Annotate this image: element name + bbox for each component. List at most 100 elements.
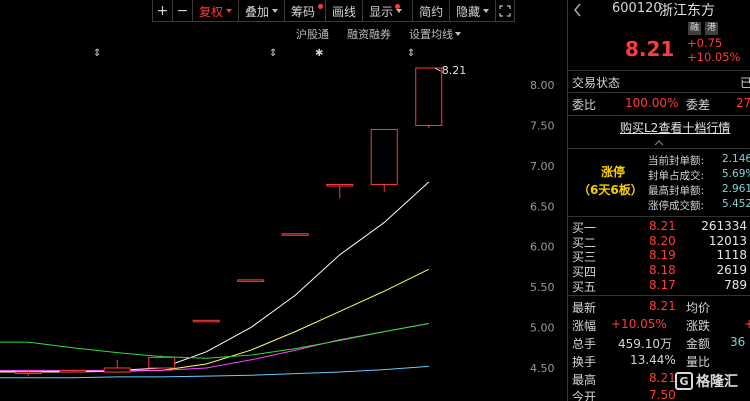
orderbook-label: 买一 — [572, 221, 597, 235]
y-tick-label: 8.00 — [530, 79, 555, 92]
hugutong-link[interactable]: 沪股通 — [296, 26, 329, 42]
divider — [568, 115, 750, 116]
expand-icon[interactable] — [495, 0, 516, 22]
current-price: 8.21 — [625, 37, 675, 61]
info-value: 2.146 — [722, 153, 750, 165]
jine-value: 36 — [730, 335, 746, 349]
chevron-down-icon — [455, 32, 461, 36]
candle-body — [59, 369, 87, 373]
zhangting-sub: （6天6板） — [578, 183, 643, 197]
chevron-down-icon — [396, 9, 403, 13]
jinkai-label: 今开 — [572, 390, 597, 401]
fuquan-dropdown[interactable]: 复权 — [192, 0, 238, 22]
orderbook-volume: 2619 — [716, 263, 747, 277]
yincang-dropdown[interactable]: 隐藏 — [449, 0, 495, 22]
zhangfu-value: +10.05% — [611, 317, 667, 331]
kline-chart[interactable]: 8.00 7.50 7.00 6.50 6.00 5.50 5.00 4.50 8.21 ⇕ ⇕ ✱… — [0, 0, 567, 401]
weibi-value: 100.00% — [625, 96, 679, 110]
jianyue-button[interactable]: 简约 — [412, 0, 449, 22]
info-label: 当前封单额: — [648, 155, 705, 167]
ma-settings-dropdown[interactable]: 设置均线 — [409, 26, 461, 42]
stock-name: 浙江东方 — [659, 3, 715, 19]
weibi-label: 委比 — [572, 98, 597, 112]
orderbook-volume: 789 — [724, 278, 747, 292]
buy-l2-link[interactable]: 购买L2查看十档行情 — [620, 119, 730, 136]
orderbook-price: 8.20 — [649, 234, 676, 248]
zhangdie-value: + — [744, 317, 750, 331]
event-marker-icon: ⇕ — [407, 48, 415, 59]
jianyue-label: 简约 — [419, 4, 444, 19]
candle-body — [370, 128, 398, 185]
chevron-down-icon — [272, 9, 279, 13]
y-tick-label: 6.50 — [530, 200, 555, 213]
info-row: 最高封单额: 2.961 — [648, 183, 750, 198]
zuigao-value: 8.21 — [649, 371, 676, 385]
ma-line — [0, 181, 430, 372]
rongzi-link[interactable]: 融资融券 — [347, 26, 391, 42]
orderbook-volume: 12013 — [708, 234, 747, 248]
zhangdie-label: 涨跌 — [686, 319, 711, 333]
info-row: 封单占成交: 5.69% — [648, 168, 750, 183]
stock-code: 600120 — [612, 1, 662, 16]
diejia-label: 叠加 — [245, 4, 270, 19]
chouma-label: 筹码 — [291, 4, 316, 19]
orderbook-price: 8.19 — [649, 248, 676, 262]
trade-status-value: 已 — [740, 76, 750, 90]
ma-settings-label: 设置均线 — [409, 28, 453, 41]
divider — [568, 92, 750, 93]
xianshi-dropdown[interactable]: 显示 — [362, 0, 412, 22]
zhangfu-label: 涨幅 — [572, 319, 597, 333]
liangbi-label: 量比 — [686, 355, 711, 369]
info-label: 涨停成交额: — [648, 200, 705, 212]
gang-tag: 港 — [705, 22, 719, 35]
chevron-down-icon — [226, 9, 233, 13]
back-arrow-icon[interactable] — [573, 3, 582, 17]
orderbook-row: 买五 8.17 789 — [572, 278, 747, 295]
watermark-logo-icon: G — [675, 372, 693, 390]
candle-body — [103, 367, 131, 373]
zhangting-title: 涨停 — [601, 165, 626, 179]
huaxian-button[interactable]: 画线 — [325, 0, 362, 22]
divider — [568, 148, 750, 149]
zoom-in-button[interactable]: + — [152, 0, 172, 22]
event-marker-icon: ⇕ — [93, 48, 101, 59]
orderbook-label: 买五 — [572, 280, 597, 294]
orderbook-volume: 1118 — [716, 248, 747, 262]
ma-line — [0, 323, 429, 359]
info-value: 5.69% — [722, 168, 750, 180]
candle-body — [326, 183, 354, 187]
candle-body — [14, 371, 42, 375]
candle-body — [281, 233, 309, 236]
y-tick-label: 4.50 — [530, 362, 555, 375]
stock-header: 600120 浙江东方 融 港 8.21 +0.75 +10.05% — [568, 0, 750, 70]
zongshou-label: 总手 — [572, 337, 597, 351]
chart-subtoolbar: 沪股通 融资融券 设置均线 — [296, 26, 461, 42]
quote-panel: 600120 浙江东方 融 港 8.21 +0.75 +10.05% 交易状态 … — [567, 0, 750, 401]
trade-status-label: 交易状态 — [572, 76, 621, 90]
y-tick-label: 5.50 — [530, 281, 555, 294]
orderbook-price: 8.17 — [649, 278, 676, 292]
info-row: 当前封单额: 2.146 — [648, 153, 750, 168]
chouma-button[interactable]: 筹码 — [284, 0, 325, 22]
fuquan-label: 复权 — [199, 4, 224, 19]
collapse-up-icon[interactable] — [654, 140, 664, 146]
yincang-label: 隐藏 — [456, 4, 481, 19]
zuigao-label: 最高 — [572, 373, 597, 387]
info-label: 最高封单额: — [648, 185, 705, 197]
weicha-label: 委差 — [686, 98, 711, 112]
latest-value: 8.21 — [649, 299, 676, 313]
rong-tag: 融 — [688, 22, 702, 35]
diejia-dropdown[interactable]: 叠加 — [238, 0, 284, 22]
jine-label: 金额 — [686, 337, 711, 351]
kline-chart-area[interactable]: 8.00 7.50 7.00 6.50 6.00 5.50 5.00 4.50 8.21 ⇕ ⇕ ✱… — [0, 0, 567, 401]
huaxian-label: 画线 — [332, 4, 357, 19]
avg-label: 均价 — [686, 301, 711, 315]
info-label: 封单占成交: — [648, 170, 705, 182]
change-block: +0.75 +10.05% — [687, 36, 741, 64]
zoom-out-button[interactable]: − — [172, 0, 192, 22]
y-tick-label: 7.50 — [530, 119, 555, 132]
info-row: 涨停成交额: 5.452 — [648, 198, 750, 213]
jinkai-value: 7.50 — [649, 388, 676, 401]
divider — [568, 216, 750, 217]
candle-body — [192, 319, 220, 323]
